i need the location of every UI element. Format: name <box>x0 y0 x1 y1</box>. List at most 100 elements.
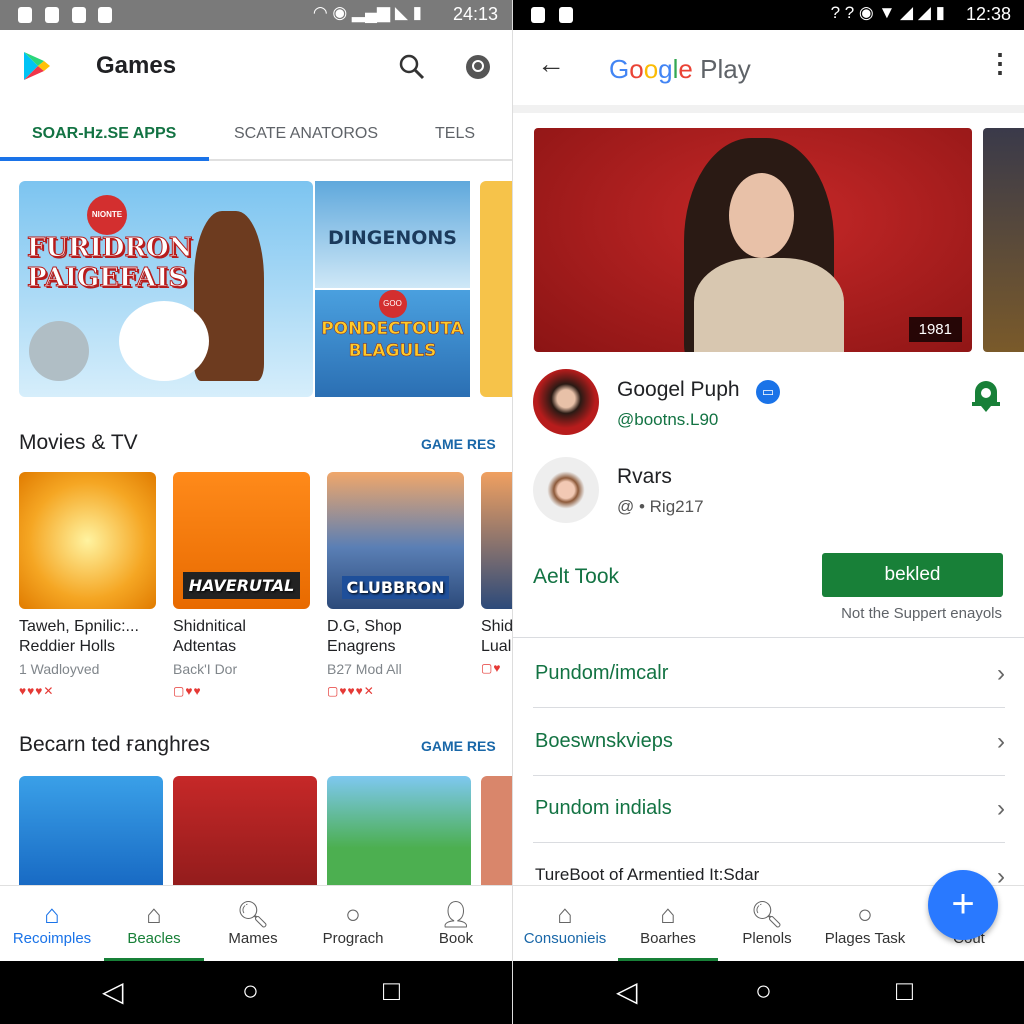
card-title: Enagrens <box>327 638 396 655</box>
notification-bell-icon[interactable] <box>971 380 1001 414</box>
google-play-logo: Google Play <box>609 54 751 84</box>
list-item[interactable]: TureBoot of Armentied It:Sdar › <box>535 863 1005 890</box>
nav-item-person[interactable]: 👤︎ Book <box>406 886 506 962</box>
see-more-link[interactable]: GAME RES <box>421 738 496 754</box>
card-subtitle: 1 Wadloyved <box>19 661 100 677</box>
nav-item-circle[interactable]: ○ Prograch <box>303 886 403 962</box>
card-title[interactable]: D.G, Shop <box>327 617 472 637</box>
notification-icon <box>45 7 59 23</box>
tab-apps[interactable]: SOAR-Hz.SE APPS <box>32 125 176 143</box>
list-item[interactable]: Pundom/imcalr › <box>535 660 1005 687</box>
home-button-icon[interactable]: ○ <box>242 975 259 1007</box>
card-thumbnail[interactable] <box>173 776 317 896</box>
nav-item-store[interactable]: ⌂ Boarhes <box>618 886 718 962</box>
back-icon[interactable]: ◁ <box>102 975 124 1008</box>
profile-handle: @ • Rig217 <box>617 497 704 516</box>
circle-icon: ○ <box>345 899 361 929</box>
avatar[interactable] <box>533 369 599 435</box>
card-title: Reddier Holls <box>19 638 116 655</box>
card-thumbnail[interactable]: CLUBBRON <box>327 472 464 609</box>
back-arrow-icon[interactable]: ← <box>537 48 565 80</box>
chevron-right-icon: › <box>997 795 1005 822</box>
hero-next[interactable] <box>983 128 1024 352</box>
card-title: Lual <box>481 638 512 655</box>
hero-image[interactable]: 1981 <box>534 128 972 352</box>
nav-item-search[interactable]: 🔍︎ Plenols <box>717 886 817 962</box>
tab-second[interactable]: SCATE ANATOROS <box>234 125 378 143</box>
profile-handle: @bootns.L90 <box>617 410 719 429</box>
card-title[interactable]: Shidnitical <box>173 617 318 637</box>
see-more-link[interactable]: GAME RES <box>421 436 496 452</box>
home-button-icon[interactable]: ○ <box>755 975 772 1007</box>
play-logo-icon <box>24 52 50 80</box>
card-thumbnail[interactable] <box>19 776 163 896</box>
signal-icon: ◠ ◉ ▂▄▆ ◣ ▮ <box>312 3 422 22</box>
card-rating: ▢♥♥ <box>173 684 202 698</box>
games-screen: ◠ ◉ ▂▄▆ ◣ ▮ 24:13 Games SOAR-Hz.SE APPS … <box>0 0 512 1024</box>
home-icon: ⌂ <box>557 899 573 929</box>
tab-indicator <box>0 157 209 161</box>
recents-icon[interactable]: □ <box>383 975 400 1007</box>
card-rating: ▢♥ <box>481 661 502 675</box>
card-thumbnail[interactable]: HAVERUTAL <box>173 472 310 609</box>
nav-item-circle[interactable]: ○ Plages Task <box>815 886 915 962</box>
add-icon: + <box>951 882 975 926</box>
card-thumbnail[interactable] <box>327 776 471 896</box>
list-item[interactable]: Pundom indials › <box>535 795 1005 822</box>
status-bar: ? ? ◉ ▼ ◢ ◢ ▮ 12:38 <box>513 0 1024 30</box>
action-note: Not the Suppert enayols <box>841 605 1002 622</box>
google-play-profile-screen: ? ? ◉ ▼ ◢ ◢ ▮ 12:38 ← Google Play ⋮ 1981… <box>512 0 1024 1024</box>
card-thumbnail[interactable] <box>481 776 512 896</box>
clock: 24:13 <box>452 4 498 24</box>
card-subtitle: B27 Mod All <box>327 661 402 677</box>
recents-icon[interactable]: □ <box>896 975 913 1007</box>
app-bar: ← Google Play ⋮ <box>513 30 1024 105</box>
notification-icon <box>98 7 112 23</box>
nav-item-store[interactable]: ⌂ Beacles <box>104 886 204 962</box>
nav-item-home[interactable]: ⌂ Consuonieis <box>515 886 615 962</box>
home-icon: ⌂ <box>44 899 60 929</box>
store-icon: ⌂ <box>660 899 676 929</box>
chevron-right-icon: › <box>997 728 1005 755</box>
list-item[interactable]: Boeswnskvieps › <box>535 728 1005 755</box>
card-rating: ♥♥♥✕ <box>19 684 55 698</box>
card-thumbnail[interactable] <box>19 472 156 609</box>
notification-icon <box>18 7 32 23</box>
featured-banner[interactable]: NIONTE FURIDRON PAIGEFAIS <box>19 181 313 397</box>
avatar[interactable] <box>533 457 599 523</box>
back-icon[interactable]: ◁ <box>616 975 638 1008</box>
section-title: Movies & TV <box>19 431 138 454</box>
section-title: Becarn ted ғanghres <box>19 733 210 756</box>
verified-badge-icon: ▭ <box>756 380 780 404</box>
hero-badge: 1981 <box>908 317 962 342</box>
search-icon: 🔍︎ <box>236 899 270 929</box>
tab-third[interactable]: TELS <box>435 125 475 143</box>
primary-action-button[interactable]: bekled <box>822 553 1003 597</box>
person-icon: 👤︎ <box>439 899 473 929</box>
chevron-right-icon: › <box>997 660 1005 687</box>
bottom-navigation: ⌂ Recoimples ⌂ Beacles 🔍︎ Mames ○ Prograch 👤… <box>0 885 512 962</box>
clock: 12:38 <box>965 4 1011 24</box>
card-title: Adtentas <box>173 638 237 655</box>
card-thumbnail[interactable] <box>481 472 512 609</box>
nav-item-home[interactable]: ⌂ Recoimples <box>2 886 102 962</box>
notification-icon <box>531 7 545 23</box>
page-title: Games <box>96 52 177 79</box>
search-icon[interactable] <box>398 53 426 81</box>
card-title[interactable]: Shid <box>481 617 512 637</box>
signal-icon: ? ? ◉ ▼ ◢ ◢ ▮ <box>830 3 945 22</box>
notification-icon <box>559 7 573 23</box>
nav-item-search[interactable]: 🔍︎ Mames <box>203 886 303 962</box>
add-fab-button[interactable]: + <box>928 870 998 940</box>
system-nav-bar: ◁ ○ □ <box>513 961 1024 1024</box>
banner-next[interactable] <box>480 181 512 397</box>
banner-tile[interactable]: GOO PONDECTOUTA BLAGULS <box>315 290 470 397</box>
action-label[interactable]: Aelt Took <box>533 565 619 589</box>
card-subtitle: Back'I Dor <box>173 661 238 677</box>
more-options-icon[interactable]: ⋮ <box>987 48 1013 79</box>
banner-tile[interactable]: DINGENONS <box>315 181 470 288</box>
card-title[interactable]: Taweh, Бpnilic:... <box>19 617 164 637</box>
notification-icon <box>72 7 86 23</box>
search-icon: 🔍︎ <box>750 899 784 929</box>
account-icon[interactable] <box>464 53 492 81</box>
